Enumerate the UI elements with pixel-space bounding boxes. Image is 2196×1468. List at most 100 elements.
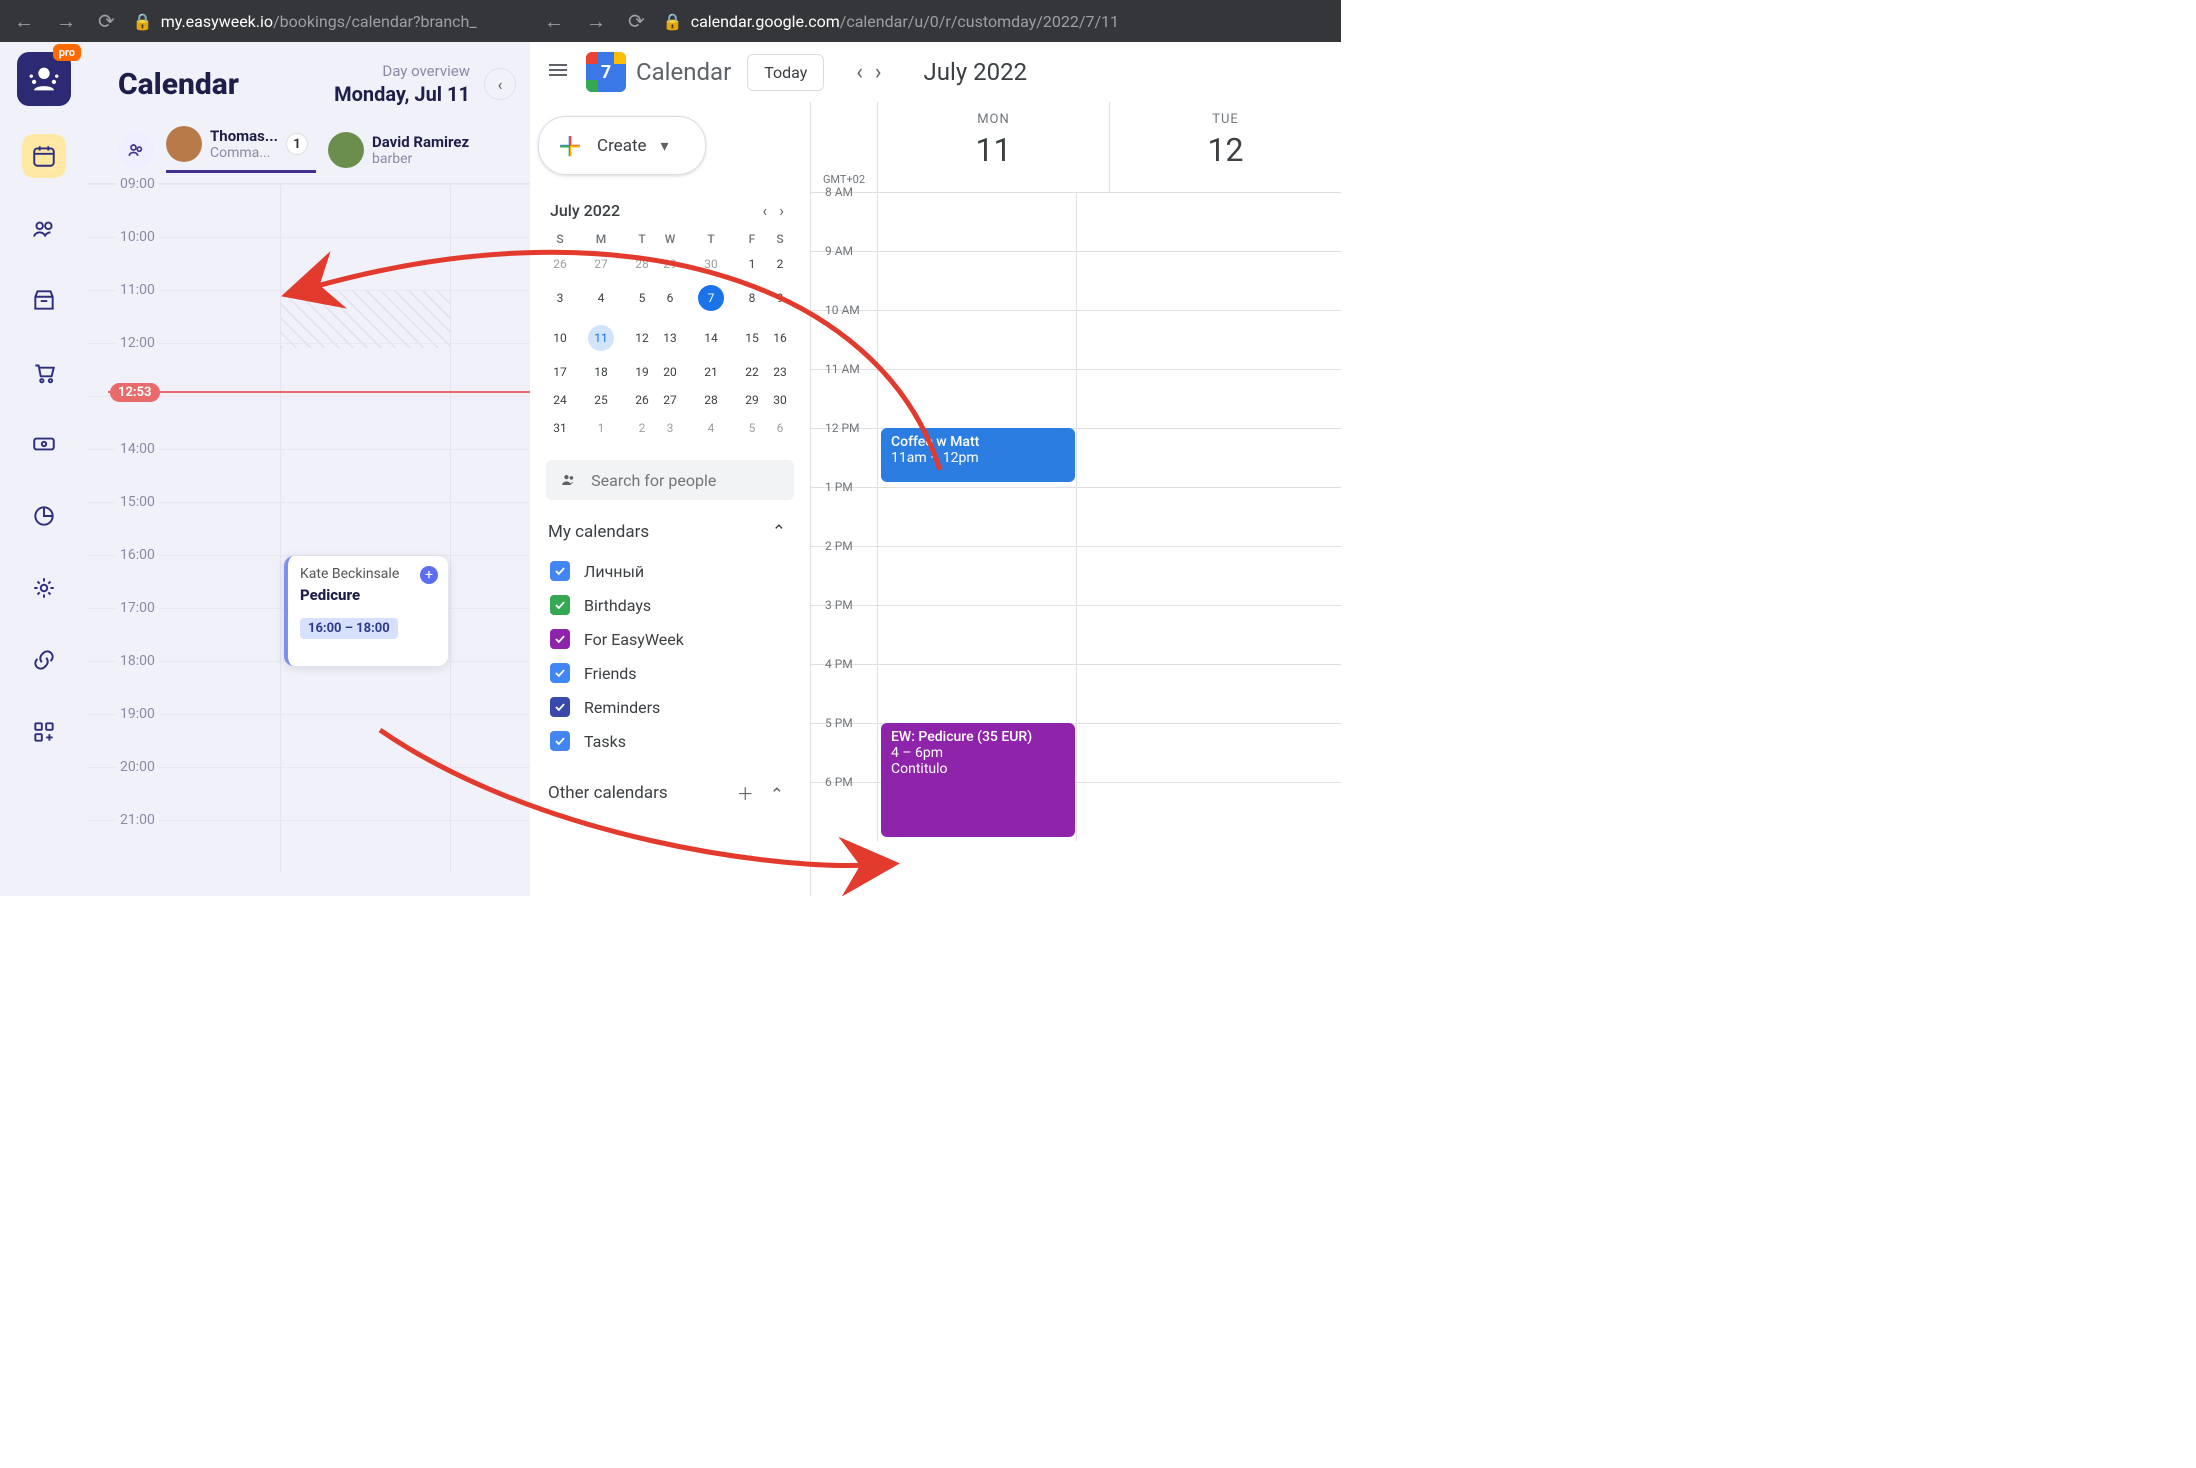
sidebar-item-link[interactable] — [22, 638, 66, 682]
mini-day[interactable]: 25 — [574, 386, 628, 414]
mini-day[interactable]: 16 — [766, 318, 794, 358]
mini-day[interactable]: 3 — [546, 278, 574, 318]
mini-day[interactable]: 31 — [546, 414, 574, 442]
day-column-tue[interactable]: TUE 12 — [1109, 102, 1341, 192]
mini-day[interactable]: 11 — [574, 318, 628, 358]
gcal-header: 7 Calendar Today ‹ › July 2022 — [530, 42, 1341, 102]
mini-day[interactable]: 29 — [738, 386, 766, 414]
hour-label: 21:00 — [116, 812, 159, 828]
mini-next-icon[interactable]: › — [773, 201, 790, 220]
calendar-toggle[interactable]: Birthdays — [548, 588, 792, 622]
mini-day[interactable]: 22 — [738, 358, 766, 386]
search-people[interactable] — [546, 460, 794, 500]
appointment-card[interactable]: Kate Beckinsale + Pedicure 16:00 – 18:00 — [284, 556, 448, 666]
sidebar-item-clients[interactable] — [22, 206, 66, 250]
mini-day[interactable]: 14 — [684, 318, 738, 358]
mini-day[interactable]: 19 — [628, 358, 656, 386]
mini-day[interactable]: 18 — [574, 358, 628, 386]
mini-day[interactable]: 8 — [738, 278, 766, 318]
hour-label: 10:00 — [116, 229, 159, 245]
mini-day[interactable]: 29 — [656, 250, 684, 278]
calendar-toggle[interactable]: Reminders — [548, 690, 792, 724]
easyweek-logo[interactable]: pro — [17, 52, 71, 106]
mini-day[interactable]: 12 — [628, 318, 656, 358]
mini-day[interactable]: 28 — [628, 250, 656, 278]
mini-day[interactable]: 7 — [684, 278, 738, 318]
mini-day[interactable]: 10 — [546, 318, 574, 358]
my-calendars-toggle[interactable]: My calendars ⌃ — [548, 522, 792, 542]
mini-day[interactable]: 30 — [766, 386, 794, 414]
other-calendars-toggle[interactable]: Other calendars ＋⌃ — [548, 780, 792, 805]
mini-day[interactable]: 3 — [656, 414, 684, 442]
gcal-logo[interactable]: 7 Calendar — [586, 52, 731, 92]
calendar-toggle[interactable]: Friends — [548, 656, 792, 690]
sidebar-item-apps[interactable] — [22, 710, 66, 754]
mini-day[interactable]: 27 — [574, 250, 628, 278]
mini-day[interactable]: 1 — [574, 414, 628, 442]
sidebar-item-shop[interactable] — [22, 278, 66, 322]
sidebar-item-calendar[interactable] — [22, 134, 66, 178]
mini-day[interactable]: 28 — [684, 386, 738, 414]
mini-day[interactable]: 2 — [628, 414, 656, 442]
create-button[interactable]: ＋ Create ▾ — [538, 116, 706, 175]
search-input[interactable] — [591, 471, 780, 490]
plus-icon: ＋ — [557, 127, 583, 164]
mini-day[interactable]: 2 — [766, 250, 794, 278]
hour-label: 3 PM — [825, 598, 853, 612]
event-pedicure[interactable]: EW: Pedicure (35 EUR) 4 – 6pm Contitulo — [881, 723, 1075, 837]
mini-day[interactable]: 27 — [656, 386, 684, 414]
prev-period-icon[interactable]: ‹ — [850, 60, 869, 85]
prev-day-button[interactable]: ‹ — [484, 68, 516, 100]
mini-day[interactable]: 24 — [546, 386, 574, 414]
mini-day[interactable]: 9 — [766, 278, 794, 318]
calendar-toggle[interactable]: For EasyWeek — [548, 622, 792, 656]
back-icon[interactable]: ← — [10, 9, 38, 34]
hour-label: 9 AM — [825, 244, 853, 258]
back-icon[interactable]: ← — [540, 9, 568, 34]
mini-day[interactable]: 26 — [546, 250, 574, 278]
sidebar-item-reports[interactable] — [22, 494, 66, 538]
sidebar-item-cart[interactable] — [22, 350, 66, 394]
event-coffee[interactable]: Coffee w Matt 11am – 12pm — [881, 428, 1075, 482]
hamburger-icon[interactable] — [546, 58, 570, 86]
mini-calendar[interactable]: July 2022 ‹› SMTWTFS26272829301234567891… — [538, 201, 802, 442]
reload-icon[interactable]: ⟳ — [624, 9, 649, 33]
mini-day[interactable]: 13 — [656, 318, 684, 358]
sidebar-item-finance[interactable] — [22, 422, 66, 466]
blocked-slot — [281, 290, 450, 348]
reload-icon[interactable]: ⟳ — [94, 9, 119, 33]
easyweek-timeline[interactable]: 09:0010:0011:0012:0014:0015:0016:0017:00… — [88, 184, 530, 873]
hour-label: 14:00 — [116, 441, 159, 457]
mini-day[interactable]: 20 — [656, 358, 684, 386]
mini-day[interactable]: 1 — [738, 250, 766, 278]
forward-icon[interactable]: → — [52, 9, 80, 34]
all-staff-icon[interactable] — [118, 132, 154, 168]
mini-day[interactable]: 17 — [546, 358, 574, 386]
appointment-add-icon[interactable]: + — [420, 566, 438, 584]
day-column-mon[interactable]: MON 11 — [877, 102, 1109, 192]
calendar-toggle[interactable]: Личный — [548, 554, 792, 588]
mini-day[interactable]: 21 — [684, 358, 738, 386]
mini-day[interactable]: 6 — [656, 278, 684, 318]
mini-day[interactable]: 26 — [628, 386, 656, 414]
sidebar-item-settings[interactable] — [22, 566, 66, 610]
gcal-grid[interactable]: GMT+02 MON 11 TUE 12 8 AM9 AM10 AM11 AM1… — [810, 102, 1341, 896]
calendar-toggle[interactable]: Tasks — [548, 724, 792, 758]
forward-icon[interactable]: → — [582, 9, 610, 34]
mini-day[interactable]: 15 — [738, 318, 766, 358]
staff-tab-thomas[interactable]: Thomas... Comma... 1 — [166, 126, 316, 173]
mini-day[interactable]: 6 — [766, 414, 794, 442]
today-button[interactable]: Today — [747, 54, 824, 91]
mini-day[interactable]: 4 — [574, 278, 628, 318]
next-period-icon[interactable]: › — [869, 60, 888, 85]
url-bar[interactable]: 🔒 calendar.google.com/calendar/u/0/r/cus… — [663, 12, 1119, 31]
mini-prev-icon[interactable]: ‹ — [756, 201, 773, 220]
url-bar[interactable]: 🔒 my.easyweek.io/bookings/calendar?branc… — [133, 12, 477, 31]
mini-day[interactable]: 5 — [628, 278, 656, 318]
staff-tab-david[interactable]: David Ramirez barber — [328, 132, 488, 168]
mini-day[interactable]: 23 — [766, 358, 794, 386]
mini-day[interactable]: 30 — [684, 250, 738, 278]
mini-day[interactable]: 5 — [738, 414, 766, 442]
mini-day[interactable]: 4 — [684, 414, 738, 442]
add-calendar-icon[interactable]: ＋ — [729, 785, 762, 805]
